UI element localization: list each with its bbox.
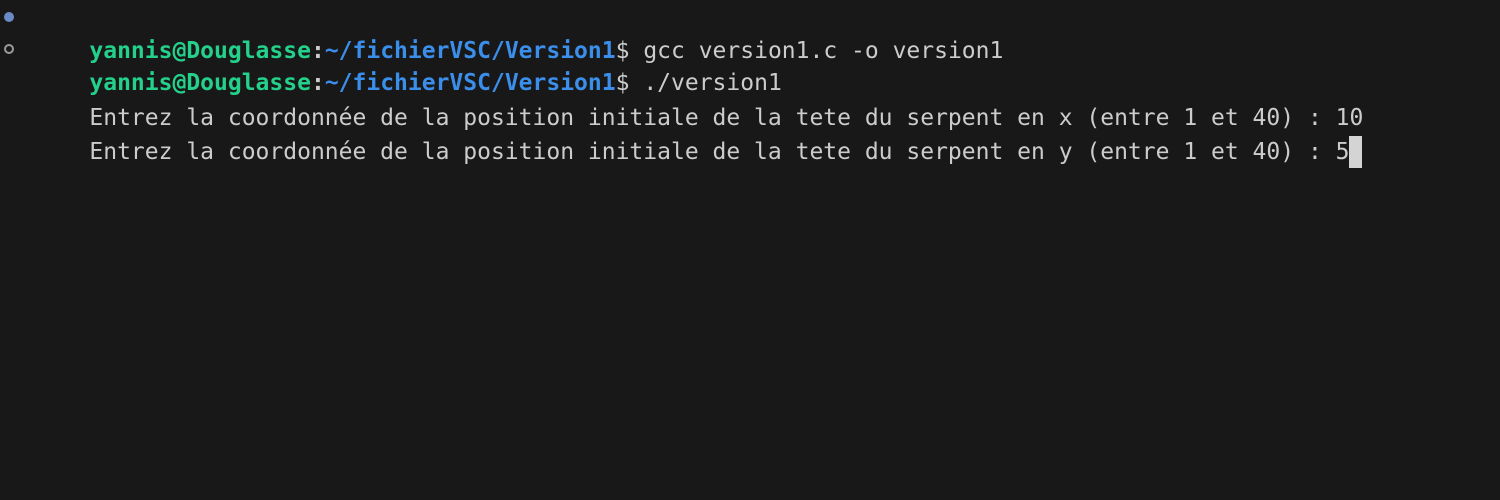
terminal-line-input[interactable]: Entrez la coordonnée de la position init… xyxy=(34,101,1363,168)
terminal-panel[interactable]: yannis@Douglasse:~/fichierVSC/Version1$ … xyxy=(0,0,1500,500)
output-text: Entrez la coordonnée de la position init… xyxy=(89,139,1350,165)
text-cursor xyxy=(1349,136,1363,168)
command-decoration-success-icon[interactable] xyxy=(4,12,14,22)
terminal-line-command: yannis@Douglasse:~/fichierVSC/Version1$ … xyxy=(34,32,781,96)
terminal-line-command: yannis@Douglasse:~/fichierVSC/Version1$ … xyxy=(34,0,1003,64)
command-decoration-running-icon[interactable] xyxy=(4,44,14,54)
terminal-line-output: Entrez la coordonnée de la position init… xyxy=(34,67,1363,131)
